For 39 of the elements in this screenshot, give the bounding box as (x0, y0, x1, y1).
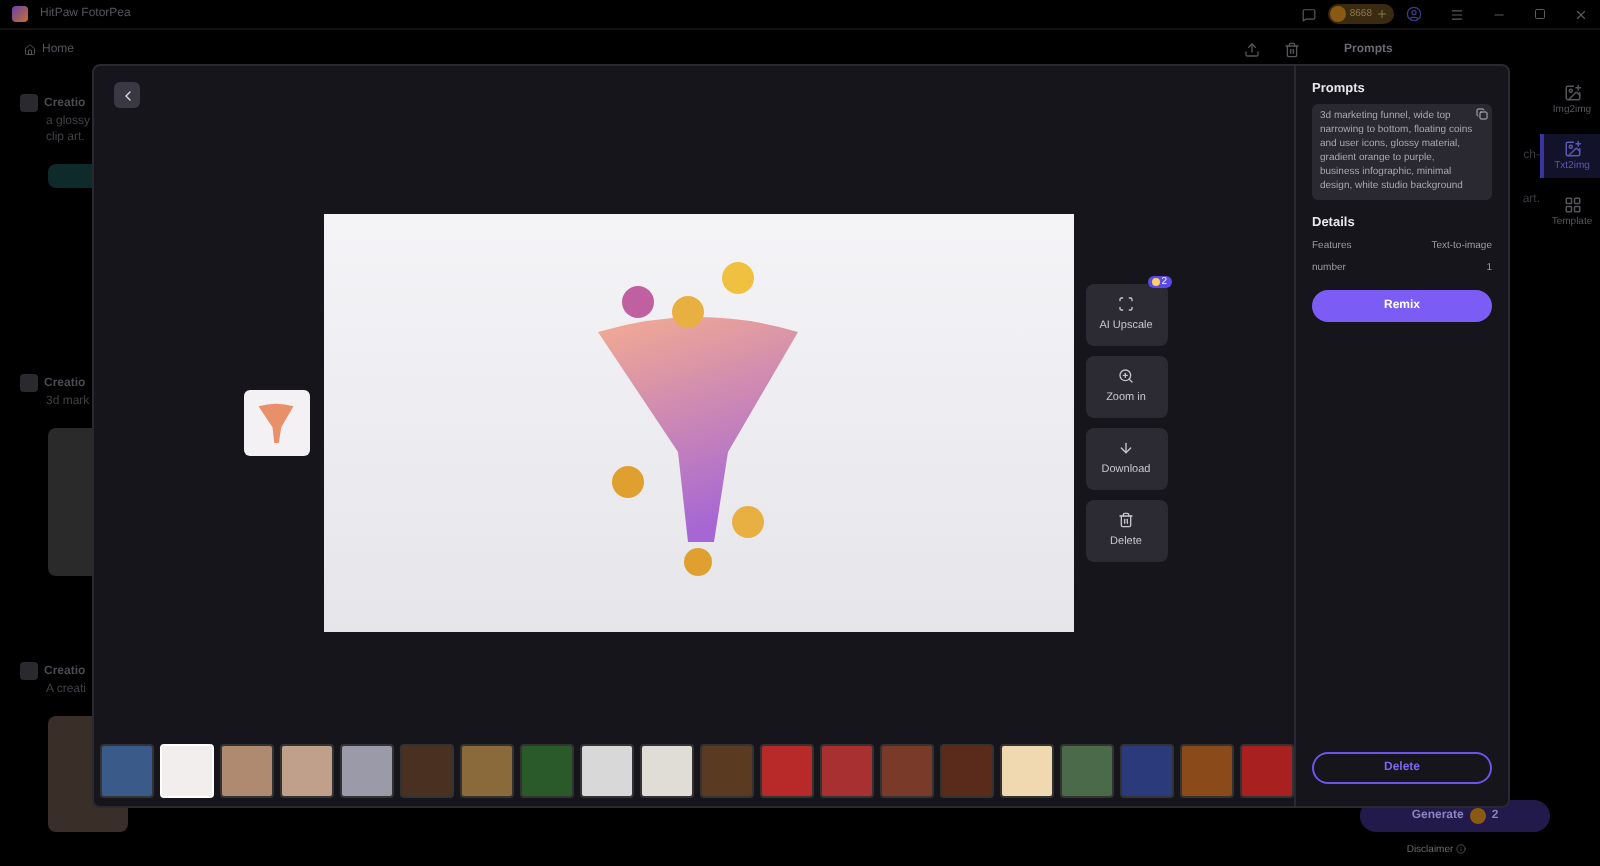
upscale-icon (1118, 296, 1134, 312)
image-thumbnail[interactable] (400, 744, 454, 798)
image-icon (1563, 140, 1581, 158)
image-thumbnail[interactable] (340, 744, 394, 798)
image-thumbnail[interactable] (880, 744, 934, 798)
close-icon[interactable] (1574, 7, 1588, 21)
image-thumbnail[interactable] (1000, 744, 1054, 798)
image-thumbnail[interactable] (460, 744, 514, 798)
image-thumbnail[interactable] (520, 744, 574, 798)
image-thumbnail[interactable] (760, 744, 814, 798)
image-thumbnail[interactable] (1180, 744, 1234, 798)
grid-icon (1563, 196, 1581, 214)
info-icon[interactable] (1455, 844, 1465, 854)
copy-icon[interactable] (1476, 108, 1488, 120)
image-thumbnail[interactable] (220, 744, 274, 798)
delete-icon (1118, 512, 1134, 528)
image-thumbnail[interactable] (100, 744, 154, 798)
chat-icon[interactable] (1301, 7, 1316, 21)
image-thumbnail[interactable] (1240, 744, 1294, 798)
home-icon (24, 44, 36, 56)
trash-icon[interactable] (1284, 42, 1300, 58)
app-logo-icon (12, 6, 28, 22)
image-icon (1563, 84, 1581, 102)
image-thumbnail[interactable] (580, 744, 634, 798)
upload-icon[interactable] (1244, 42, 1260, 58)
image-thumbnail[interactable] (243, 389, 309, 455)
image-thumbnail[interactable] (700, 744, 754, 798)
menu-icon[interactable] (1450, 7, 1464, 21)
zoom-icon (1118, 368, 1134, 384)
download-icon (1118, 440, 1134, 456)
user-icon[interactable] (1406, 6, 1422, 22)
image-thumbnail[interactable] (820, 744, 874, 798)
image-thumbnail[interactable] (1060, 744, 1114, 798)
image-thumbnail[interactable] (640, 744, 694, 798)
maximize-icon[interactable] (1534, 8, 1546, 20)
image-thumbnail[interactable] (280, 744, 334, 798)
image-thumbnail[interactable] (940, 744, 994, 798)
image-thumbnail[interactable] (1120, 744, 1174, 798)
back-button[interactable] (114, 82, 140, 108)
